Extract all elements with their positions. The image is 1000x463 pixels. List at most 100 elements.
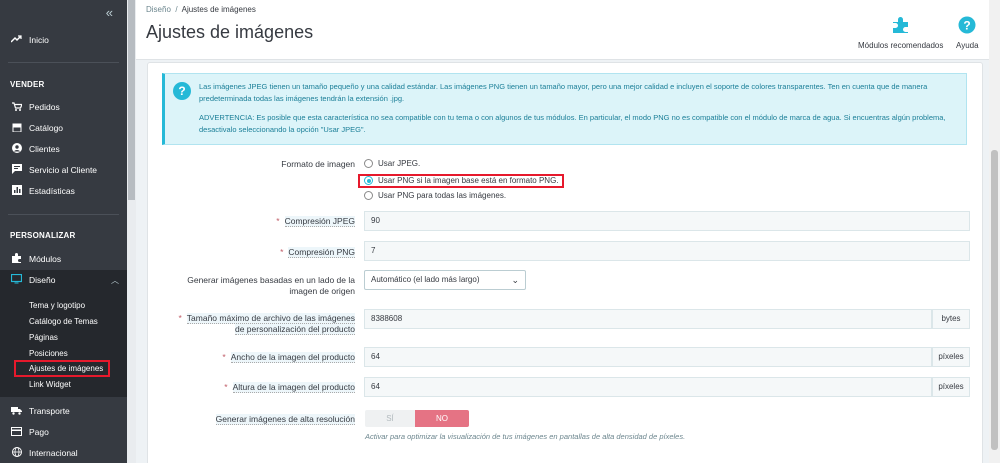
bar-chart-icon [10,185,23,197]
help-icon: ? [956,16,979,36]
sidebar-item-label: Pago [29,427,49,437]
png-compression-label: * Compresión PNG [168,247,355,258]
generate-side-label-line1: Generar imágenes basadas en un lado de l… [187,275,355,285]
sidebar-item-modulos[interactable]: Módulos [0,249,127,269]
page-title: Ajustes de imágenes [146,22,314,42]
alert-text-1: Las imágenes JPEG tienen un tamaño peque… [199,82,928,103]
required-marker: * [222,352,226,362]
hires-yes-option[interactable]: SÍ [365,410,415,427]
sidebar-item-pedidos[interactable]: Pedidos [0,97,127,117]
required-marker: * [280,247,284,257]
generate-side-label-line2: imagen de origen [289,286,355,296]
max-size-label-line1: Tamaño máximo de archivo de las imágenes [186,313,355,324]
alert-text-2: ADVERTENCIA: Es posible que esta caracte… [199,113,946,134]
sidebar-item-catalogo[interactable]: Catálogo [0,118,127,138]
info-alert: ? Las imágenes JPEG tienen un tamaño peq… [162,73,967,145]
sidebar-item-label: Transporte [29,406,70,416]
section-personalizar: PERSONALIZAR [10,231,76,240]
height-unit: píxeles [932,377,970,397]
sidebar-item-label: Módulos [29,254,62,264]
submenu-item-catalogo-temas[interactable]: Catálogo de Temas [0,314,127,329]
hires-toggle[interactable]: SÍ NO [365,410,469,427]
trend-icon [10,35,23,45]
submenu-item-ajustes-imagenes[interactable]: Ajustes de imágenes [14,360,110,377]
chevron-down-icon: ⌄ [511,275,519,285]
sidebar-item-pago[interactable]: Pago [0,422,127,442]
collapse-sidebar-icon[interactable]: « [106,6,113,20]
png-compression-input[interactable]: 7 [364,241,970,261]
sidebar-item-transporte[interactable]: Transporte [0,401,127,421]
generate-side-value: Automático (el lado más largo) [371,275,480,284]
main-scroll-thumb[interactable] [991,150,998,450]
sidebar-item-internacional[interactable]: Internacional [0,443,127,463]
recommended-modules-label: Módulos recomendados [858,41,944,50]
height-label: * Altura de la imagen del producto [168,382,355,393]
max-size-input[interactable]: 8388608 [364,309,932,329]
puzzle-icon [858,16,943,36]
sidebar-item-label: Servicio al Cliente [29,165,98,175]
jpeg-compression-label-text: Compresión JPEG [284,216,355,227]
height-input[interactable]: 64 [364,377,932,397]
divider [8,62,119,63]
submenu-item-posiciones[interactable]: Posiciones [0,346,127,361]
sidebar-scrollbar[interactable] [127,0,136,463]
hires-help-text: Activar para optimizar la visualización … [365,432,686,441]
submenu-item-paginas[interactable]: Páginas [0,330,127,345]
sidebar-item-label: Clientes [29,144,60,154]
jpeg-compression-input[interactable]: 90 [364,211,970,231]
divider [8,214,119,215]
cart-icon [10,101,23,113]
sidebar-item-label: Catálogo [29,123,64,133]
sidebar-item-label: Internacional [29,448,78,458]
sidebar-item-label: Estadísticas [29,186,75,196]
radio-png-if-base[interactable] [364,176,373,185]
sidebar-item-label: Pedidos [29,102,60,112]
breadcrumb-current: Ajustes de imágenes [181,5,256,14]
height-label-text: Altura de la imagen del producto [232,382,355,393]
max-size-unit: bytes [932,309,970,329]
question-icon: ? [173,82,191,100]
sidebar: « Inicio VENDER Pedidos Catálogo Cliente… [0,0,127,463]
generate-side-select[interactable]: Automático (el lado más largo) ⌄ [364,270,526,290]
sidebar-item-clientes[interactable]: Clientes [0,139,127,159]
breadcrumb-parent[interactable]: Diseño [146,5,171,14]
required-marker: * [276,216,280,226]
format-option-png-all[interactable]: Usar PNG para todas las imágenes. [364,191,506,200]
width-input[interactable]: 64 [364,347,932,367]
sidebar-scroll-thumb[interactable] [128,0,135,200]
breadcrumb-separator: / [175,5,178,14]
sidebar-item-servicio[interactable]: Servicio al Cliente [0,160,127,180]
required-marker: * [178,313,182,323]
radio-jpeg[interactable] [364,159,373,168]
help-label: Ayuda [956,41,979,50]
width-label-text: Ancho de la imagen del producto [230,352,355,363]
submenu-item-tema[interactable]: Tema y logotipo [0,298,127,313]
sidebar-item-label: Diseño [29,275,56,285]
main-scrollbar[interactable] [989,0,1000,463]
jpeg-compression-label: * Compresión JPEG [168,216,355,227]
width-label: * Ancho de la imagen del producto [168,352,355,363]
required-marker: * [224,382,228,392]
sidebar-item-estadisticas[interactable]: Estadísticas [0,181,127,201]
sidebar-item-inicio[interactable]: Inicio [0,30,127,50]
format-option-png-if-base[interactable]: Usar PNG si la imagen base está en forma… [364,176,559,185]
radio-png-all[interactable] [364,191,373,200]
radio-label: Usar JPEG. [378,159,421,168]
chevron-up-icon: ︿ [111,275,119,285]
max-size-label: * Tamaño máximo de archivo de las imágene… [168,313,355,335]
sidebar-item-diseno[interactable]: Diseño ︿ [0,270,127,290]
width-unit: píxeles [932,347,970,367]
credit-card-icon [10,426,23,438]
recommended-modules-button[interactable]: Módulos recomendados [858,16,943,50]
format-option-jpeg[interactable]: Usar JPEG. [364,159,420,168]
format-label: Formato de imagen [281,159,355,169]
chat-icon [10,164,23,176]
truck-icon [10,406,23,417]
help-button[interactable]: ? Ayuda [956,16,979,50]
hires-no-option[interactable]: NO [415,410,469,427]
submenu-item-link-widget[interactable]: Link Widget [0,377,127,392]
radio-label: Usar PNG para todas las imágenes. [378,191,507,200]
svg-text:?: ? [964,19,971,33]
puzzle-icon [10,253,23,265]
store-icon [10,123,23,134]
